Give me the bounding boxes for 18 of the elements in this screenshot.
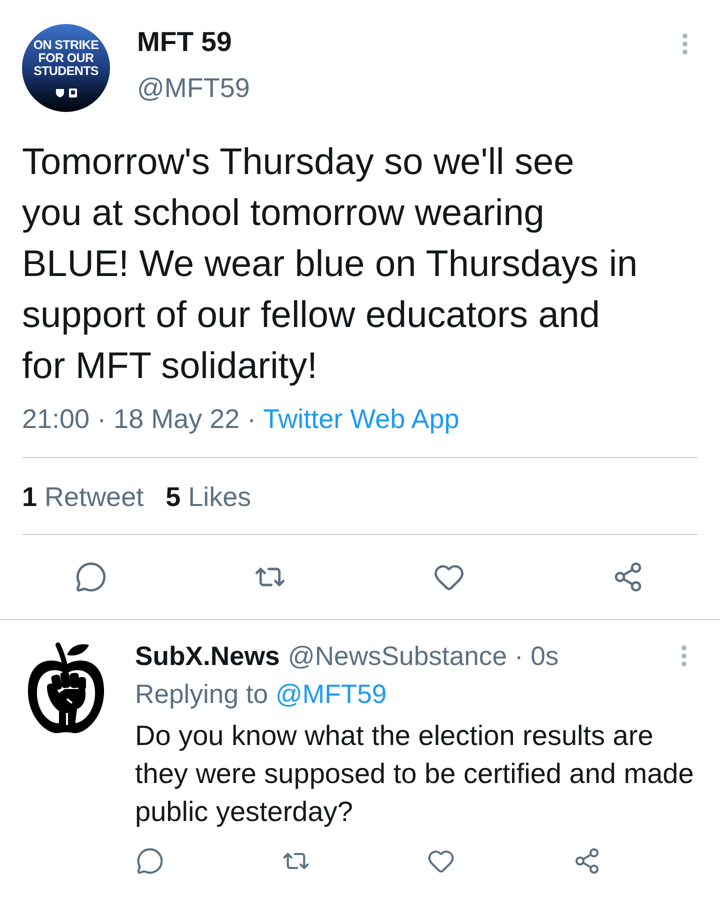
reply-icon[interactable] (136, 847, 164, 875)
reply-icon[interactable] (75, 561, 107, 593)
reply-handle-time: @NewsSubstance · 0s (288, 640, 559, 673)
account-name: MFT 59 (137, 26, 233, 58)
share-icon[interactable] (572, 847, 601, 875)
replying-to-text: Replying to @MFT59 (135, 678, 388, 711)
tweet-text: Tomorrow's Thursday so we'll see you at school tomorrow wearing BLUE! We wear blue on Thursdays in support of our fellow educators and for MFT solidarity! (22, 140, 639, 388)
engagement-stat[interactable]: 5 Likes (166, 481, 252, 513)
reply-author-name: SubX.News (135, 640, 280, 673)
tweet-meta: 21:00 · 18 May 22 · Twitter Web App (22, 403, 460, 435)
engagement-stat[interactable]: 1 Retweet (22, 481, 144, 513)
shield-icon (54, 88, 64, 98)
reply-text: Do you know what the election results are they were supposed to be certified and made public yesterday? (135, 719, 695, 829)
profile-avatar[interactable]: ON STRIKE FOR OUR STUDENTS (22, 24, 110, 112)
account-handle: @MFT59 (137, 72, 250, 104)
share-icon[interactable] (612, 561, 644, 593)
emblem-icon (68, 88, 78, 98)
avatar-slogan: ON STRIKE FOR OUR STUDENTS (33, 39, 99, 78)
